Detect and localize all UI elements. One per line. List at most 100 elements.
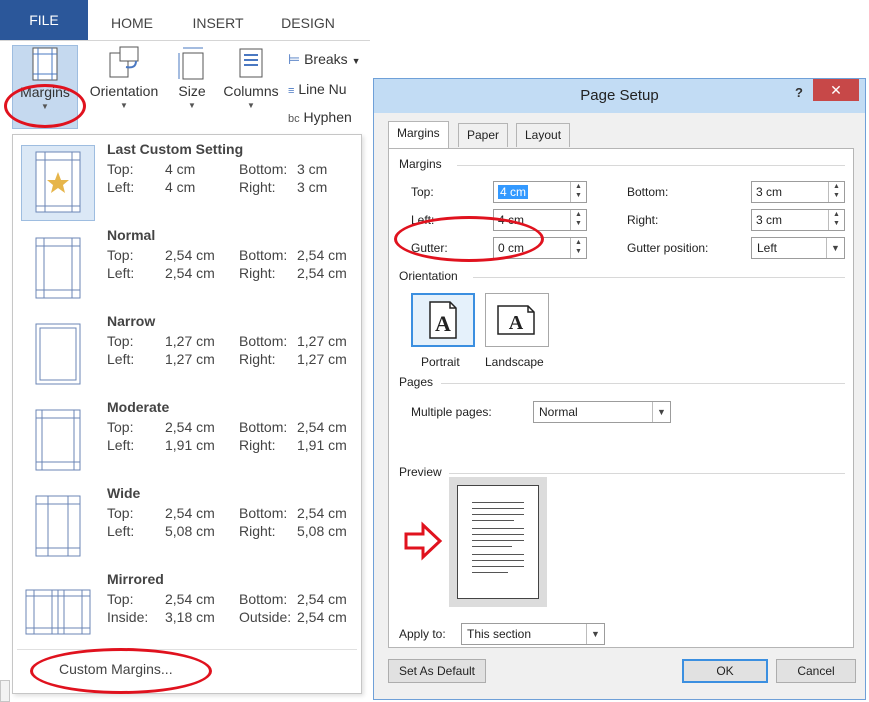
- margin-preview: [21, 317, 95, 393]
- orientation-group-label: Orientation: [399, 269, 458, 283]
- portrait-icon: A: [429, 301, 457, 339]
- left-label: Left:: [107, 179, 135, 195]
- columns-label: Columns: [223, 83, 279, 99]
- bottom-label: Bottom:: [239, 247, 288, 263]
- right-margin-input[interactable]: 3 cm ▲ ▼: [751, 209, 845, 231]
- group-divider: [449, 473, 845, 474]
- outside-value: 2,54 cm: [297, 609, 347, 625]
- top-label: Top:: [107, 591, 134, 607]
- orientation-label: Orientation: [89, 83, 159, 99]
- help-button[interactable]: ?: [795, 85, 803, 100]
- top-label: Top:: [107, 161, 134, 177]
- gutter-position-value: Left: [757, 241, 778, 255]
- margin-preview: [21, 489, 95, 565]
- bottom-margin-value: 3 cm: [756, 185, 783, 199]
- spinner-arrows-icon[interactable]: ▲ ▼: [828, 182, 844, 202]
- normal-margins-icon: [35, 237, 81, 299]
- gutter-position-select[interactable]: Left ▼: [751, 237, 845, 259]
- margin-preset-title: Last Custom Setting: [107, 141, 244, 157]
- annotation-margins-circle: [4, 84, 86, 128]
- svg-text:A: A: [435, 311, 451, 336]
- top-margin-value: 4 cm: [498, 185, 529, 199]
- wide-margins-icon: [35, 495, 81, 557]
- hyphenation-button[interactable]: bc Hyphen: [288, 109, 352, 125]
- left-value: 1,91 cm: [165, 437, 215, 453]
- margin-preset-moderate[interactable]: Moderate Top: 2,54 cm Bottom: 2,54 cm Le…: [13, 397, 361, 483]
- orientation-button[interactable]: Orientation ▼: [86, 45, 162, 110]
- margin-preset-wide[interactable]: Wide Top: 2,54 cm Bottom: 2,54 cm Left: …: [13, 483, 361, 569]
- last-custom-margins-icon: [35, 151, 81, 213]
- spinner-arrows-icon[interactable]: ▲ ▼: [570, 182, 586, 202]
- columns-button[interactable]: Columns ▼: [218, 45, 284, 110]
- top-value: 1,27 cm: [165, 333, 215, 349]
- top-label: Top:: [107, 247, 134, 263]
- bottom-label: Bottom:: [239, 333, 288, 349]
- margin-preset-mirrored[interactable]: Mirrored Top: 2,54 cm Bottom: 2,54 cm In…: [13, 569, 361, 655]
- multiple-pages-value: Normal: [539, 405, 578, 419]
- tab-file[interactable]: FILE: [0, 0, 88, 40]
- right-label: Right:: [627, 213, 659, 227]
- spinner-arrows-icon[interactable]: ▲ ▼: [570, 238, 586, 258]
- breaks-label: Breaks: [304, 51, 348, 67]
- margin-preset-narrow[interactable]: Narrow Top: 1,27 cm Bottom: 1,27 cm Left…: [13, 311, 361, 397]
- group-divider: [441, 383, 845, 384]
- cancel-button[interactable]: Cancel: [776, 659, 856, 683]
- spinner-arrows-icon[interactable]: ▲ ▼: [828, 210, 844, 230]
- set-as-default-button[interactable]: Set As Default: [388, 659, 486, 683]
- tab-insert[interactable]: INSERT: [188, 8, 248, 38]
- svg-text:A: A: [509, 312, 524, 334]
- top-value: 2,54 cm: [165, 419, 215, 435]
- ok-button[interactable]: OK: [682, 659, 768, 683]
- tab-layout[interactable]: Layout: [516, 123, 571, 147]
- inside-label: Inside:: [107, 609, 149, 625]
- tab-home[interactable]: HOME: [104, 8, 160, 38]
- breaks-button[interactable]: ⊨ Breaks ▼: [288, 51, 360, 68]
- top-margin-input[interactable]: 4 cm ▲ ▼: [493, 181, 587, 203]
- top-value: 4 cm: [165, 161, 196, 177]
- spinner-arrows-icon[interactable]: ▲ ▼: [570, 210, 586, 230]
- bottom-value: 2,54 cm: [297, 419, 347, 435]
- hyphenation-label: Hyphen: [303, 109, 352, 125]
- margin-preview: [21, 231, 95, 307]
- multiple-pages-label: Multiple pages:: [411, 405, 492, 419]
- right-value: 1,91 cm: [297, 437, 347, 453]
- tab-paper[interactable]: Paper: [458, 123, 509, 147]
- bottom-value: 2,54 cm: [297, 591, 347, 607]
- moderate-margins-icon: [35, 409, 81, 471]
- mirrored-margins-icon: [25, 589, 91, 635]
- chevron-down-icon: ▼: [120, 101, 128, 110]
- left-value: 2,54 cm: [165, 265, 215, 281]
- line-numbers-button[interactable]: ≡ Line Nu: [288, 81, 347, 97]
- outside-label: Outside:: [239, 609, 292, 625]
- tab-margins[interactable]: Margins: [388, 121, 449, 149]
- landscape-label: Landscape: [485, 355, 544, 369]
- margin-preset-normal[interactable]: Normal Top: 2,54 cm Bottom: 2,54 cm Left…: [13, 225, 361, 311]
- chevron-down-icon: ▼: [652, 402, 670, 422]
- top-label: Top:: [107, 419, 134, 435]
- apply-to-select[interactable]: This section ▼: [461, 623, 605, 645]
- tab-design[interactable]: DESIGN: [276, 8, 340, 38]
- size-icon: [178, 47, 204, 80]
- right-value: 2,54 cm: [297, 265, 347, 281]
- multiple-pages-select[interactable]: Normal ▼: [533, 401, 671, 423]
- portrait-button[interactable]: A: [411, 293, 475, 347]
- page-setup-dialog: Page Setup ? ✕ Margins Paper Layout Marg…: [373, 78, 866, 700]
- left-value: 5,08 cm: [165, 523, 215, 539]
- size-button[interactable]: Size ▼: [172, 45, 212, 110]
- apply-to-label: Apply to:: [399, 627, 446, 641]
- margins-dropdown: Last Custom Setting Top: 4 cm Bottom: 3 …: [12, 134, 362, 694]
- annotation-gutter-circle: [394, 216, 544, 262]
- right-label: Right:: [239, 265, 276, 281]
- vertical-ruler: [0, 680, 10, 702]
- bottom-label: Bottom:: [239, 505, 288, 521]
- close-button[interactable]: ✕: [813, 79, 859, 101]
- line-numbers-label: Line Nu: [298, 81, 347, 97]
- group-divider: [457, 165, 845, 166]
- line-numbers-icon: ≡: [288, 85, 295, 97]
- margin-preset-last-custom[interactable]: Last Custom Setting Top: 4 cm Bottom: 3 …: [13, 139, 361, 225]
- chevron-down-icon: ▼: [188, 101, 196, 110]
- landscape-button[interactable]: A: [485, 293, 549, 347]
- bottom-margin-input[interactable]: 3 cm ▲ ▼: [751, 181, 845, 203]
- margin-preset-title: Mirrored: [107, 571, 164, 587]
- left-label: Left:: [107, 523, 135, 539]
